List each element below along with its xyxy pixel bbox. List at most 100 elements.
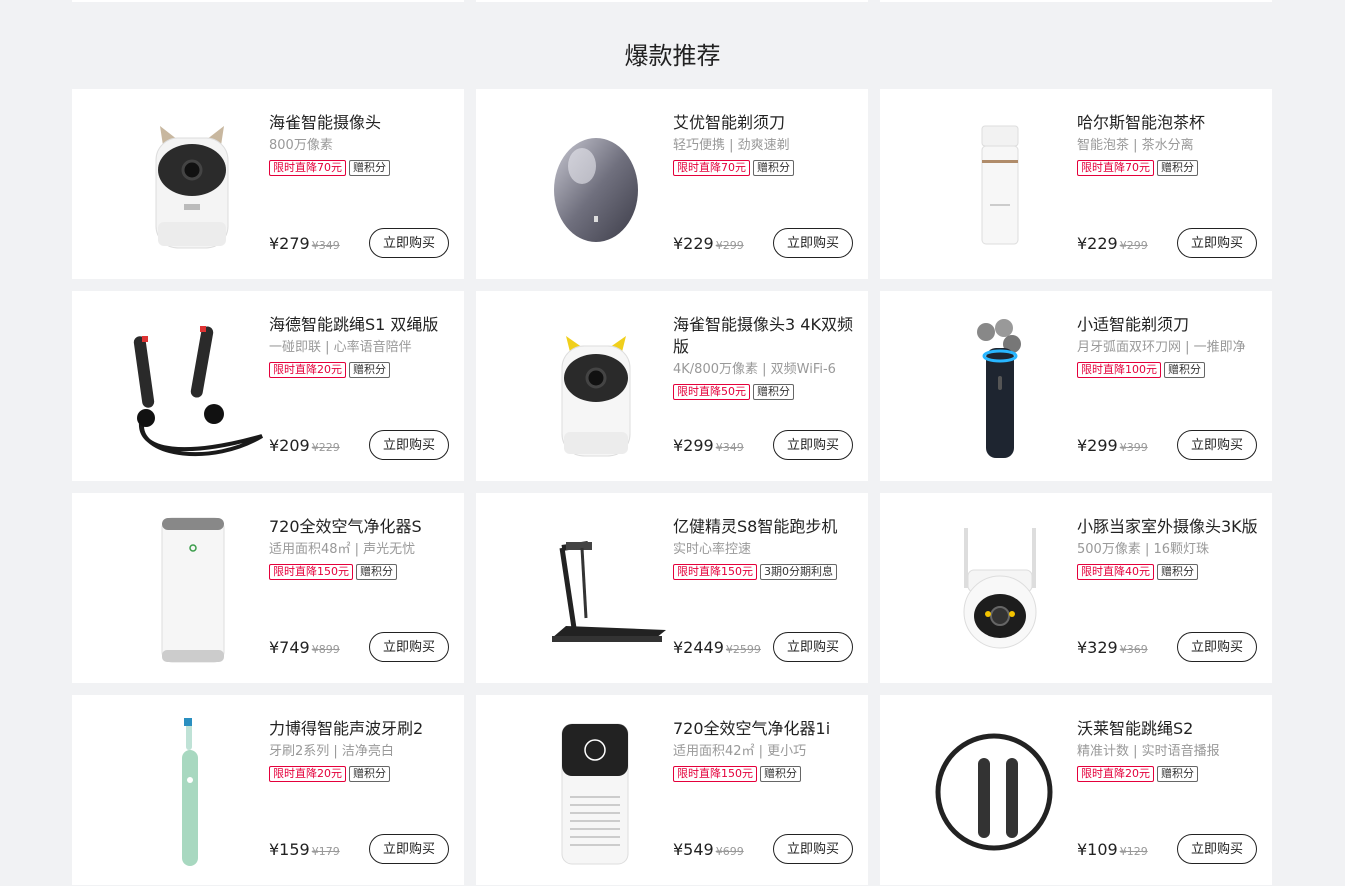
buy-now-button[interactable]: 立即购买 [369,632,449,662]
product-info: 哈尔斯智能泡茶杯 智能泡茶 | 茶水分离 限时直降70元 赠积分 [1077,112,1265,177]
discount-tag: 限时直降40元 [1077,564,1154,580]
product-name[interactable]: 艾优智能剃须刀 [673,112,861,134]
product-desc: 500万像素 | 16颗灯珠 [1077,542,1209,557]
discount-tag: 限时直降20元 [269,362,346,378]
product-bottom: ¥209 ¥229 立即购买 [269,430,449,462]
product-bottom: ¥229 ¥299 立即购买 [1077,228,1257,260]
product-card-3[interactable]: 哈尔斯智能泡茶杯 智能泡茶 | 茶水分离 限时直降70元 赠积分 ¥229 ¥299… [880,89,1272,279]
product-image[interactable] [920,710,1080,870]
product-image[interactable] [112,508,272,668]
product-image[interactable] [112,306,272,466]
air-purifier-icon [161,517,225,663]
price-block: ¥2449 ¥2599 [673,638,761,657]
product-price: ¥299 [673,436,714,455]
buy-now-button[interactable]: 立即购买 [773,228,853,258]
product-bottom: ¥279 ¥349 立即购买 [269,228,449,260]
product-desc: 智能泡茶 | 茶水分离 [1077,138,1194,153]
buy-now-button[interactable]: 立即购买 [773,430,853,460]
discount-tag: 限时直降150元 [673,766,757,782]
product-name[interactable]: 哈尔斯智能泡茶杯 [1077,112,1265,134]
buy-now-button[interactable]: 立即购买 [369,834,449,864]
product-info: 小适智能剃须刀 月牙弧面双环刀网 | 一推即净 限时直降100元 赠积分 [1077,314,1265,379]
previous-section-edge [72,0,1272,2]
product-price: ¥229 [673,234,714,253]
product-name[interactable]: 亿健精灵S8智能跑步机 [673,516,861,538]
treadmill-icon [552,541,666,642]
product-name[interactable]: 海雀智能摄像头3 4K双频版 [673,314,861,358]
product-name[interactable]: 力博得智能声波牙刷2 [269,718,457,740]
product-price: ¥2449 [673,638,724,657]
product-image[interactable] [920,104,1080,264]
shaver-egg-icon [554,138,638,242]
product-bottom: ¥159 ¥179 立即购买 [269,834,449,866]
buy-now-button[interactable]: 立即购买 [773,834,853,864]
product-bottom: ¥299 ¥349 立即购买 [673,430,853,462]
product-name[interactable]: 海雀智能摄像头 [269,112,457,134]
product-card-7[interactable]: 720全效空气净化器S 适用面积48㎡ | 声光无忧 限时直降150元 赠积分 ¥… [72,493,464,683]
product-desc: 轻巧便携 | 劲爽速剃 [673,138,790,153]
toothbrush-icon [182,718,198,866]
product-price: ¥329 [1077,638,1118,657]
product-info: 力博得智能声波牙刷2 牙刷2系列 | 洁净亮白 限时直降20元 赠积分 [269,718,457,783]
discount-tag: 限时直降70元 [269,160,346,176]
product-name[interactable]: 小豚当家室外摄像头3K版 [1077,516,1265,538]
bonus-tag: 赠积分 [760,766,801,782]
product-original-price: ¥399 [1119,441,1148,454]
product-info: 海德智能跳绳S1 双绳版 一碰即联 | 心率语音陪伴 限时直降20元 赠积分 [269,314,457,379]
buy-now-button[interactable]: 立即购买 [773,632,853,662]
product-image[interactable] [516,104,676,264]
product-card-4[interactable]: 海德智能跳绳S1 双绳版 一碰即联 | 心率语音陪伴 限时直降20元 赠积分 ¥2… [72,291,464,481]
product-original-price: ¥899 [311,643,340,656]
product-card-1[interactable]: 海雀智能摄像头 800万像素 限时直降70元 赠积分 ¥279 ¥349 立即购买 [72,89,464,279]
product-name[interactable]: 720全效空气净化器1i [673,718,861,740]
buy-now-button[interactable]: 立即购买 [1177,430,1257,460]
product-name[interactable]: 720全效空气净化器S [269,516,457,538]
product-image[interactable] [920,306,1080,466]
price-block: ¥159 ¥179 [269,840,340,859]
product-bottom: ¥749 ¥899 立即购买 [269,632,449,664]
product-image[interactable] [516,306,676,466]
product-info: 720全效空气净化器1i 适用面积42㎡ | 更小巧 限时直降150元 赠积分 [673,718,861,783]
product-price: ¥159 [269,840,310,859]
product-name[interactable]: 沃莱智能跳绳S2 [1077,718,1265,740]
product-card-5[interactable]: 海雀智能摄像头3 4K双频版 4K/800万像素 | 双频WiFi-6 限时直降… [476,291,868,481]
product-image[interactable] [112,710,272,870]
product-bottom: ¥549 ¥699 立即购买 [673,834,853,866]
product-name[interactable]: 海德智能跳绳S1 双绳版 [269,314,457,336]
buy-now-button[interactable]: 立即购买 [1177,632,1257,662]
product-tags: 限时直降50元 赠积分 [673,384,861,401]
product-price: ¥209 [269,436,310,455]
product-image[interactable] [920,508,1080,668]
product-card-9[interactable]: 小豚当家室外摄像头3K版 500万像素 | 16颗灯珠 限时直降40元 赠积分 ¥… [880,493,1272,683]
product-card-11[interactable]: 720全效空气净化器1i 适用面积42㎡ | 更小巧 限时直降150元 赠积分 ¥… [476,695,868,885]
product-desc: 月牙弧面双环刀网 | 一推即净 [1077,340,1246,355]
buy-now-button[interactable]: 立即购买 [369,228,449,258]
product-tags: 限时直降70元 赠积分 [269,160,457,177]
product-image[interactable] [112,104,272,264]
discount-tag: 限时直降70元 [673,160,750,176]
product-tags: 限时直降150元 赠积分 [673,766,861,783]
discount-tag: 限时直降70元 [1077,160,1154,176]
product-card-2[interactable]: 艾优智能剃须刀 轻巧便携 | 劲爽速剃 限时直降70元 赠积分 ¥229 ¥299 … [476,89,868,279]
product-desc: 4K/800万像素 | 双频WiFi-6 [673,362,836,377]
buy-now-button[interactable]: 立即购买 [1177,834,1257,864]
buy-now-button[interactable]: 立即购买 [1177,228,1257,258]
product-desc: 适用面积42㎡ | 更小巧 [673,744,807,759]
product-original-price: ¥229 [311,441,340,454]
price-block: ¥299 ¥349 [673,436,744,455]
product-card-8[interactable]: 亿健精灵S8智能跑步机 实时心率控速 限时直降150元 3期0分期利息 ¥2449… [476,493,868,683]
price-block: ¥299 ¥399 [1077,436,1148,455]
buy-now-button[interactable]: 立即购买 [369,430,449,460]
discount-tag: 限时直降20元 [1077,766,1154,782]
product-card-12[interactable]: 沃莱智能跳绳S2 精准计数 | 实时语音播报 限时直降20元 赠积分 ¥109 ¥1… [880,695,1272,885]
product-original-price: ¥699 [715,845,744,858]
price-block: ¥229 ¥299 [1077,234,1148,253]
product-tags: 限时直降70元 赠积分 [673,160,861,177]
product-card-10[interactable]: 力博得智能声波牙刷2 牙刷2系列 | 洁净亮白 限时直降20元 赠积分 ¥159 ¥… [72,695,464,885]
price-block: ¥109 ¥129 [1077,840,1148,859]
price-block: ¥279 ¥349 [269,234,340,253]
product-card-6[interactable]: 小适智能剃须刀 月牙弧面双环刀网 | 一推即净 限时直降100元 赠积分 ¥299… [880,291,1272,481]
product-image[interactable] [516,710,676,870]
product-image[interactable] [516,508,676,668]
product-name[interactable]: 小适智能剃须刀 [1077,314,1265,336]
